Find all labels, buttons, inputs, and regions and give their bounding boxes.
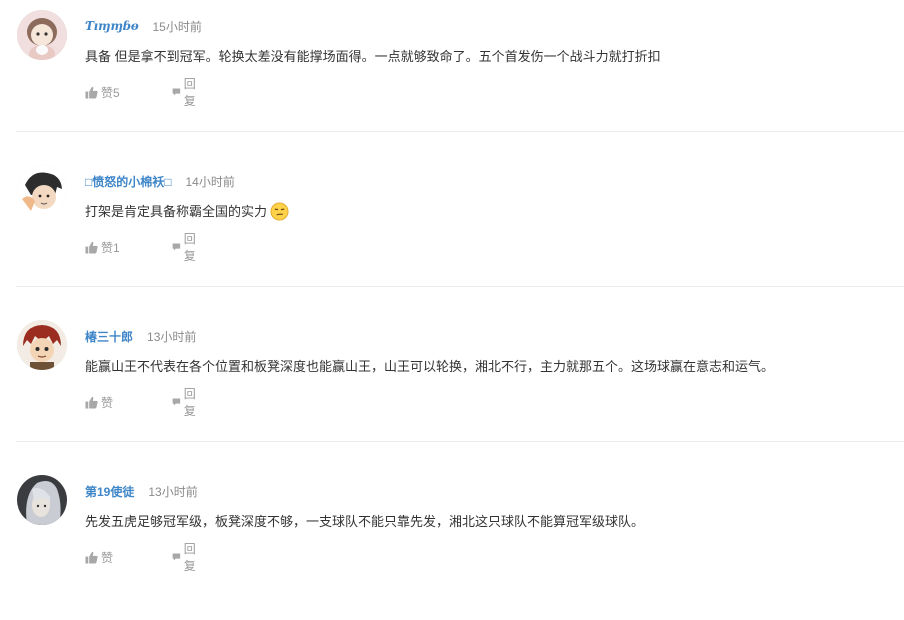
reply-label: 回复 — [183, 77, 196, 108]
thumbs-up-icon — [85, 551, 98, 564]
divider — [16, 286, 904, 287]
comment-text: 打架是肯定具备称霸全国的实力 — [85, 204, 268, 219]
speech-bubble-icon — [172, 88, 181, 96]
like-count: 赞 — [101, 550, 114, 565]
speech-bubble-icon — [172, 553, 181, 561]
speech-bubble-icon — [172, 243, 181, 251]
username[interactable]: □愤怒的小棉袄□ — [85, 173, 172, 190]
comment-text: 具备 但是拿不到冠军。轮换太差没有能撑场面得。一点就够致命了。五个首发伤一个战斗… — [85, 49, 661, 64]
reply-label: 回复 — [183, 542, 196, 573]
like-count: 赞1 — [101, 240, 120, 255]
username[interactable]: 第19使徒 — [85, 483, 134, 500]
like-button[interactable]: 赞 — [85, 549, 113, 566]
timestamp: 14小时前 — [185, 174, 235, 189]
avatar[interactable] — [17, 475, 67, 525]
like-button[interactable]: 赞1 — [85, 239, 120, 256]
divider — [16, 131, 904, 132]
thumbs-up-icon — [85, 241, 98, 254]
timestamp: 15小时前 — [152, 19, 202, 34]
avatar[interactable] — [17, 165, 67, 215]
like-count: 赞5 — [101, 85, 120, 100]
reply-button[interactable]: 回复 — [172, 540, 200, 574]
reply-button[interactable]: 回复 — [172, 230, 200, 264]
timestamp: 13小时前 — [147, 329, 197, 344]
comment-text: 能赢山王不代表在各个位置和板凳深度也能赢山王，山王可以轮换，湘北不行，主力就那五… — [85, 359, 775, 374]
like-button[interactable]: 赞5 — [85, 84, 120, 101]
sketch-character-avatar-icon — [17, 165, 67, 215]
avatar[interactable] — [17, 10, 67, 60]
reply-button[interactable]: 回复 — [172, 75, 200, 109]
reply-button[interactable]: 回复 — [172, 385, 200, 419]
comment-item: 第19使徒 13小时前 先发五虎足够冠军级，板凳深度不够，一支球队不能只靠先发，… — [0, 465, 904, 620]
username[interactable]: Ƭıɱɱɓɵ — [85, 19, 139, 33]
smirk-emoji-icon — [270, 201, 289, 221]
timestamp: 13小时前 — [148, 484, 198, 499]
comment-text: 先发五虎足够冠军级，板凳深度不够，一支球队不能只靠先发，湘北这只球队不能算冠军级… — [85, 514, 645, 529]
thumbs-up-icon — [85, 86, 98, 99]
reply-label: 回复 — [183, 232, 196, 263]
reply-label: 回复 — [183, 387, 196, 418]
like-button[interactable]: 赞 — [85, 394, 113, 411]
thumbs-up-icon — [85, 396, 98, 409]
avatar[interactable] — [17, 320, 67, 370]
speech-bubble-icon — [172, 398, 181, 406]
red-hair-anime-avatar-icon — [17, 320, 67, 370]
divider — [16, 441, 904, 442]
silver-hair-avatar-icon — [17, 475, 67, 525]
like-count: 赞 — [101, 395, 114, 410]
plush-girl-avatar-icon — [17, 10, 67, 60]
username[interactable]: 椿三十郎 — [85, 328, 133, 345]
